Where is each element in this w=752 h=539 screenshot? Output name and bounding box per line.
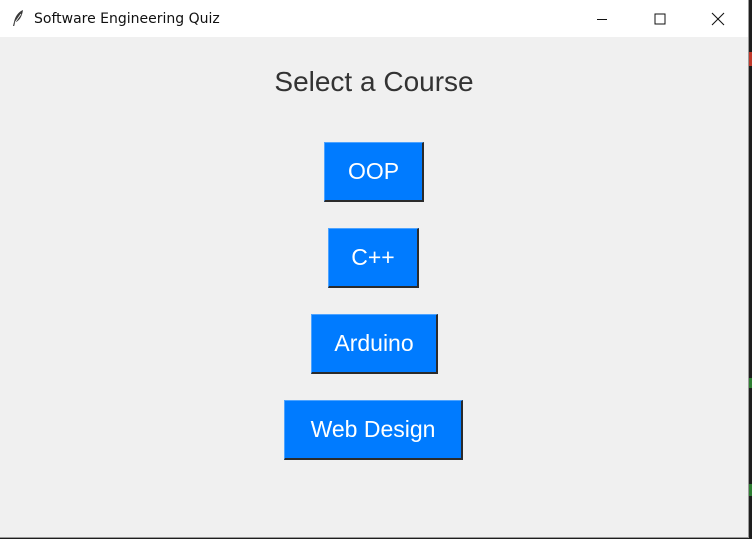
course-selection-panel: Select a Course OOP C++ Arduino Web Desi… bbox=[0, 37, 748, 537]
minimize-icon bbox=[597, 18, 607, 20]
course-button-cpp[interactable]: C++ bbox=[328, 228, 419, 288]
app-window: Software Engineering Quiz Select a Cours… bbox=[0, 0, 749, 538]
page-title: Select a Course bbox=[274, 66, 474, 97]
maximize-button[interactable] bbox=[631, 0, 689, 37]
feather-icon bbox=[13, 10, 23, 26]
course-button-web-design[interactable]: Web Design bbox=[284, 400, 463, 460]
minimize-button[interactable] bbox=[573, 0, 631, 37]
window-title: Software Engineering Quiz bbox=[34, 11, 220, 27]
course-button-oop[interactable]: OOP bbox=[324, 142, 424, 202]
close-button[interactable] bbox=[689, 0, 747, 37]
maximize-icon bbox=[654, 13, 666, 24]
course-button-arduino[interactable]: Arduino bbox=[311, 314, 438, 374]
title-bar[interactable]: Software Engineering Quiz bbox=[0, 0, 748, 37]
close-icon bbox=[711, 12, 725, 25]
